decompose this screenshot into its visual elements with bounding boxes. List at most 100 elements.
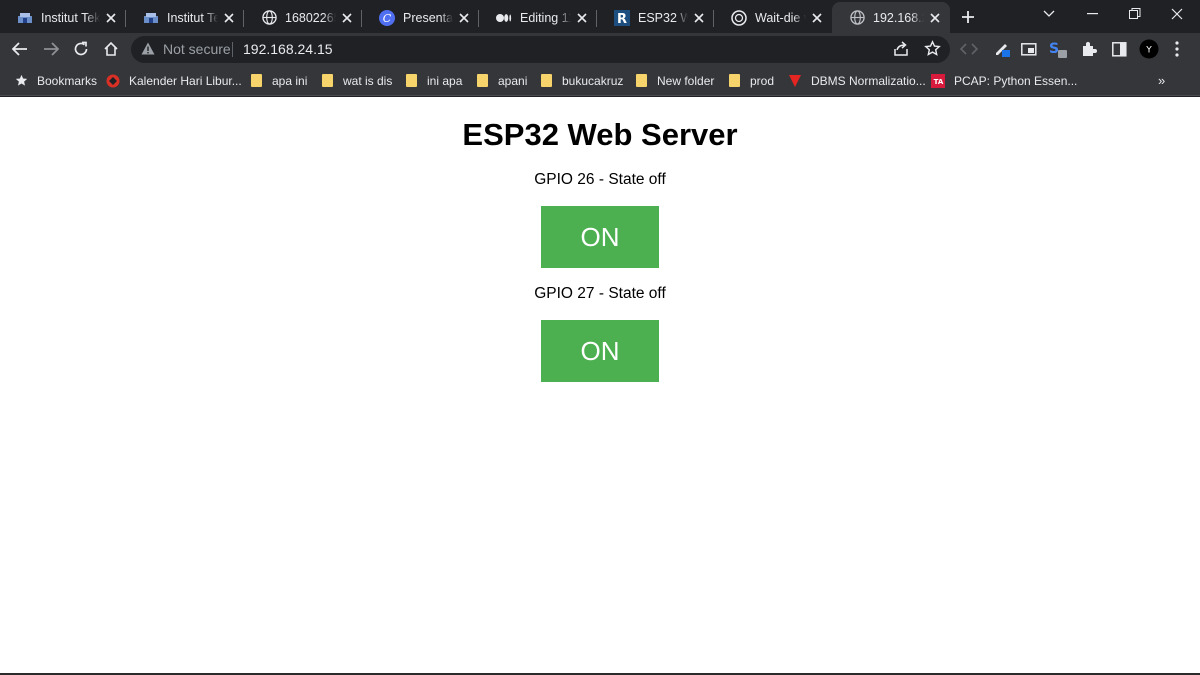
tab-2[interactable]: Institut Tekn [126,2,244,33]
tab-7[interactable]: Wait-die vs [714,2,832,33]
forward-button[interactable] [40,38,62,60]
folder-icon [475,74,489,88]
tab-strip: Institut Tekn Institut Tekn 1680226576 C [0,0,1200,33]
calendar-site-icon [106,74,120,88]
r-logo-icon: R [614,9,630,26]
browser-toolbar: Not secure 192.168.24.15 S Y [0,33,1200,65]
folder-icon [404,74,418,88]
bookmark-label: PCAP: Python Essen... [954,73,1078,88]
bookmark-item-new-folder[interactable]: New folder [634,71,714,90]
tab-1[interactable]: Institut Tekn [0,2,126,33]
folder-icon [634,74,648,88]
bookmark-star-icon[interactable] [924,40,941,62]
bookmark-item-apa-ini[interactable]: apa ini [249,71,307,90]
tab-4[interactable]: C Presentasi k [362,2,479,33]
institut-logo-icon [17,10,33,26]
address-bar[interactable]: Not secure 192.168.24.15 [131,36,950,63]
extension-pen-icon[interactable] [991,38,1013,60]
bookmark-item-prod[interactable]: prod [727,71,774,90]
folder-icon [320,74,334,88]
close-icon[interactable] [690,9,708,27]
tab-3[interactable]: 1680226576 [244,2,362,33]
new-tab-button[interactable] [957,6,979,28]
bookmark-item-wat-is-dis[interactable]: wat is dis [320,71,392,90]
tab-title: Editing 11 - [520,10,571,25]
window-close-button[interactable] [1165,4,1189,24]
bookmark-item-bookmarks[interactable]: Bookmarks [14,71,97,90]
institut-logo-icon [143,10,159,26]
gpio-27-on-button[interactable]: ON [541,320,659,382]
bookmarks-bar: Bookmarks Kalender Hari Libur... apa ini… [0,65,1200,96]
close-icon[interactable] [102,9,120,27]
svg-text:C: C [383,12,392,25]
bookmark-label: bukucakruz [562,73,624,88]
bookmark-item-apani[interactable]: apani [475,71,527,90]
bookmarks-overflow-button[interactable]: » [1158,73,1165,88]
avatar[interactable]: Y [1138,38,1160,60]
tab-title: Institut Tekn [167,10,218,25]
menu-kebab-icon[interactable] [1166,38,1188,60]
tab-title: 1680226576 [285,10,336,25]
svg-text:R: R [617,12,627,26]
bookmark-label: apani [498,73,528,88]
bookmark-label: wat is dis [343,73,393,88]
globe-icon [849,10,865,26]
side-panel-icon[interactable] [1108,38,1130,60]
minimize-button[interactable] [1081,4,1105,24]
url-text[interactable]: 192.168.24.15 [243,41,333,57]
close-icon[interactable] [338,9,356,27]
bookmark-label: Bookmarks [37,73,98,88]
folder-icon [249,74,263,88]
bookmark-label: DBMS Normalizatio... [811,73,926,88]
close-icon[interactable] [455,9,473,27]
folder-icon [727,74,741,88]
dbms-site-icon [788,74,802,88]
gpio-26-state-label: GPIO 26 - State off [534,171,666,188]
bookmark-item-pcap[interactable]: TA PCAP: Python Essen... [931,71,1077,90]
chatgpt-icon [731,9,747,26]
extensions-puzzle-icon[interactable] [1078,38,1100,60]
gpio-26-on-button[interactable]: ON [541,206,659,268]
close-icon[interactable] [926,9,944,27]
extension-code-icon[interactable] [958,38,980,60]
avatar-initial: Y [1145,46,1152,56]
close-icon[interactable] [220,9,238,27]
globe-icon [261,10,277,26]
bookmark-item-bukucakruz[interactable]: bukucakruz [539,71,623,90]
bookmark-item-ini-apa[interactable]: ini apa [404,71,462,90]
gpio-27-state-label: GPIO 27 - State off [534,285,666,302]
bookmark-item-dbms[interactable]: DBMS Normalizatio... [788,71,926,90]
bookmark-label: ini apa [427,73,463,88]
share-icon[interactable] [893,41,909,62]
browser-chrome: Institut Tekn Institut Tekn 1680226576 C [0,0,1200,97]
back-button[interactable] [9,38,31,60]
medium-icon [496,10,512,26]
star-icon [14,74,28,88]
tab-title: 192.168.24. [873,10,924,25]
canva-icon: C [379,9,395,26]
tab-title: Wait-die vs [755,10,806,25]
bookmark-label: apa ini [272,73,308,88]
security-label[interactable]: Not secure [163,41,231,57]
page-title: ESP32 Web Server [462,117,738,152]
tab-5[interactable]: Editing 11 - [479,2,597,33]
warning-triangle-icon[interactable] [141,42,155,60]
tab-title: Institut Tekn [41,10,100,25]
bookmark-label: Kalender Hari Libur... [129,73,242,88]
tab-active[interactable]: 192.168.24. [832,2,950,33]
page-content: ESP32 Web Server GPIO 26 - State off ON … [0,97,1200,675]
tab-6[interactable]: R ESP32 Web [597,2,714,33]
pcap-site-icon: TA [931,73,945,88]
bookmark-label: prod [750,73,775,88]
bookmark-item-kalender[interactable]: Kalender Hari Libur... [106,71,242,90]
tab-search-chevron-icon[interactable] [1037,4,1061,24]
svg-text:TA: TA [934,78,944,86]
home-button[interactable] [100,38,122,60]
close-icon[interactable] [573,9,591,27]
restore-button[interactable] [1123,4,1147,24]
extension-pip-icon[interactable] [1018,38,1040,60]
reload-button[interactable] [70,38,92,60]
close-icon[interactable] [808,9,826,27]
extension-s-icon[interactable]: S [1047,38,1069,60]
bookmark-label: New folder [657,73,715,88]
